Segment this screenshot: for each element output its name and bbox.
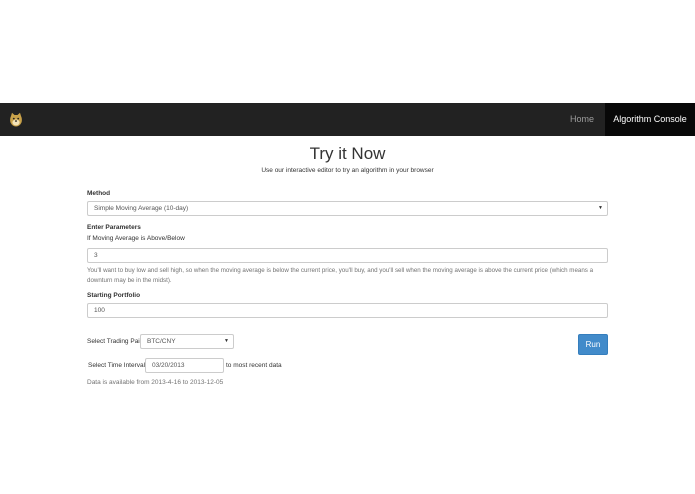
navbar: Home Algorithm Console [0, 103, 695, 136]
trading-pair-value: BTC/CNY [147, 338, 176, 345]
chevron-down-icon: ▼ [598, 205, 603, 211]
method-select[interactable]: Simple Moving Average (10-day) ▼ [87, 201, 608, 216]
run-button[interactable]: Run [578, 334, 608, 355]
doge-logo-icon[interactable] [9, 112, 23, 127]
nav-algorithm-console-link[interactable]: Algorithm Console [605, 103, 695, 136]
time-interval-label: Select Time Interval [88, 362, 146, 369]
parameters-label: Enter Parameters [87, 224, 141, 231]
chevron-down-icon: ▼ [224, 338, 229, 344]
start-date-input[interactable]: 03/20/2013 [145, 358, 224, 373]
method-label: Method [87, 190, 111, 197]
threshold-input[interactable]: 3 [87, 248, 608, 263]
trading-pair-select[interactable]: BTC/CNY ▼ [140, 334, 234, 349]
method-select-value: Simple Moving Average (10-day) [94, 205, 189, 212]
time-interval-suffix: to most recent data [226, 362, 282, 369]
threshold-label: If Moving Average is Above/Below [87, 235, 185, 242]
portfolio-input[interactable]: 100 [87, 303, 608, 318]
nav-home-link[interactable]: Home [570, 103, 594, 136]
page-title: Try it Now [309, 144, 386, 163]
portfolio-label: Starting Portfolio [87, 292, 141, 299]
trading-pair-label: Select Trading Pair [87, 338, 142, 345]
help-text: You'll want to buy low and sell high, so… [87, 267, 594, 284]
page-subtitle: Use our interactive editor to try an alg… [261, 167, 434, 174]
data-availability-text: Data is available from 2013-4-16 to 2013… [87, 379, 224, 386]
